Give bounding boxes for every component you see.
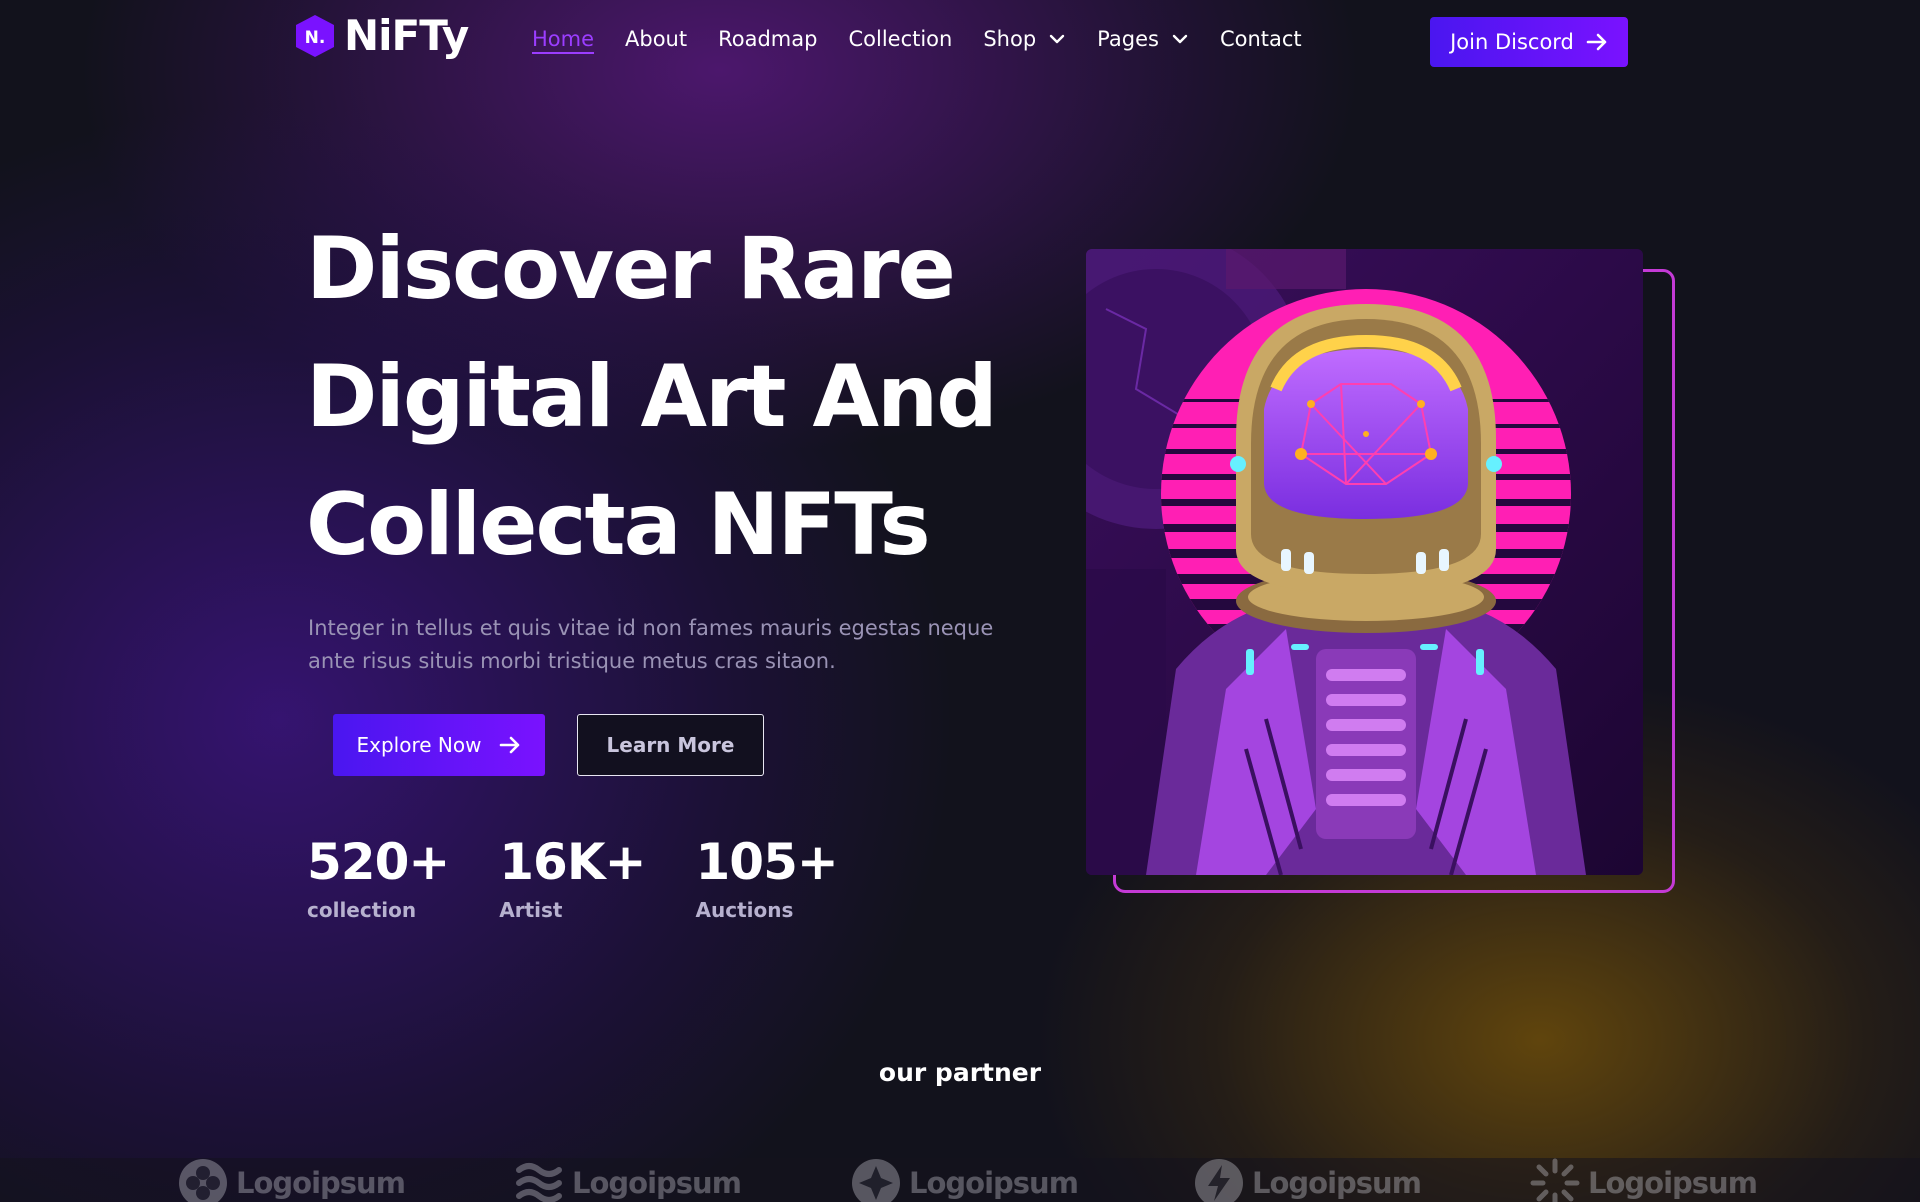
- partner-name: Logoipsum: [572, 1166, 742, 1200]
- partner-logo-4[interactable]: Logoipsum: [1194, 1158, 1422, 1202]
- partner-logo-5[interactable]: Logoipsum: [1530, 1158, 1758, 1202]
- stat-label: Auctions: [695, 898, 794, 922]
- hero-title: Discover Rare Digital Art And Collecta N…: [306, 205, 1006, 589]
- nav-link-pages[interactable]: Pages: [1097, 27, 1189, 51]
- arrow-right-icon: [500, 736, 520, 754]
- learn-more-label: Learn More: [606, 733, 735, 757]
- hero-title-line-2: Digital Art And: [306, 347, 998, 447]
- brand-name: NiFTy: [344, 11, 469, 60]
- clover-icon: [179, 1159, 227, 1202]
- stat-label: collection: [307, 898, 417, 922]
- logo-mark-text: N.: [305, 28, 326, 48]
- sunburst-icon: [1530, 1158, 1580, 1202]
- explore-now-label: Explore Now: [356, 733, 482, 757]
- hero-artwork-astronaut: [1086, 249, 1643, 875]
- learn-more-button[interactable]: Learn More: [577, 714, 764, 776]
- nav-link-about[interactable]: About: [625, 27, 687, 51]
- partner-name: Logoipsum: [909, 1166, 1079, 1200]
- nav-link-home[interactable]: Home: [532, 27, 594, 51]
- page: N. NiFTy Home About Roadmap Collection S…: [0, 0, 1920, 1202]
- logo-hexagon-icon: N.: [296, 14, 334, 57]
- hero-title-highlight: NFTs: [708, 461, 941, 589]
- join-discord-button[interactable]: Join Discord: [1430, 17, 1628, 67]
- hero-description: Integer in tellus et quis vitae id non f…: [308, 616, 994, 673]
- nav-link-roadmap[interactable]: Roadmap: [718, 27, 817, 51]
- stat-artist: 16K+ Artist: [499, 832, 646, 922]
- partner-logo-3[interactable]: Logoipsum: [851, 1158, 1079, 1202]
- hero-stats: 520+ collection 16K+ Artist 105+ Auction…: [307, 832, 888, 922]
- partner-logo-2[interactable]: Logoipsum: [514, 1158, 742, 1202]
- astronaut-illustration: [1086, 249, 1643, 875]
- stat-value: 105+: [695, 833, 839, 891]
- arrow-right-icon: [1586, 33, 1607, 51]
- stat-value: 16K+: [499, 833, 646, 891]
- nav-link-shop[interactable]: Shop: [983, 27, 1066, 51]
- stat-value: 520+: [307, 833, 450, 891]
- stat-collection: 520+ collection: [307, 832, 450, 922]
- partner-logo-1[interactable]: Logoipsum: [178, 1158, 406, 1202]
- stat-auctions: 105+ Auctions: [695, 832, 839, 922]
- star-badge-icon: [852, 1159, 900, 1202]
- hero-title-line-3: Collecta NFTs: [306, 461, 1006, 589]
- nav-link-collection[interactable]: Collection: [848, 27, 952, 51]
- nav-link-contact[interactable]: Contact: [1220, 27, 1302, 51]
- partner-name: Logoipsum: [1252, 1166, 1422, 1200]
- partners-heading: our partner: [878, 1058, 1042, 1087]
- waves-icon: [516, 1163, 562, 1202]
- top-navigation: N. NiFTy Home About Roadmap Collection S…: [0, 0, 1920, 84]
- brand-logo[interactable]: N. NiFTy: [292, 11, 469, 60]
- partner-name: Logoipsum: [1588, 1166, 1758, 1200]
- join-discord-label: Join Discord: [1450, 30, 1574, 54]
- partner-name: Logoipsum: [236, 1166, 406, 1200]
- main-menu: Home About Roadmap Collection Shop Pages…: [532, 27, 1333, 51]
- hero-title-line-3-prefix: Collecta: [306, 475, 708, 575]
- bolt-icon: [1195, 1159, 1243, 1202]
- hero-title-line-1: Discover Rare: [306, 219, 956, 319]
- stat-label: Artist: [499, 898, 563, 922]
- explore-now-button[interactable]: Explore Now: [333, 714, 545, 776]
- chevron-down-icon: [1049, 34, 1065, 44]
- chevron-down-icon: [1172, 34, 1188, 44]
